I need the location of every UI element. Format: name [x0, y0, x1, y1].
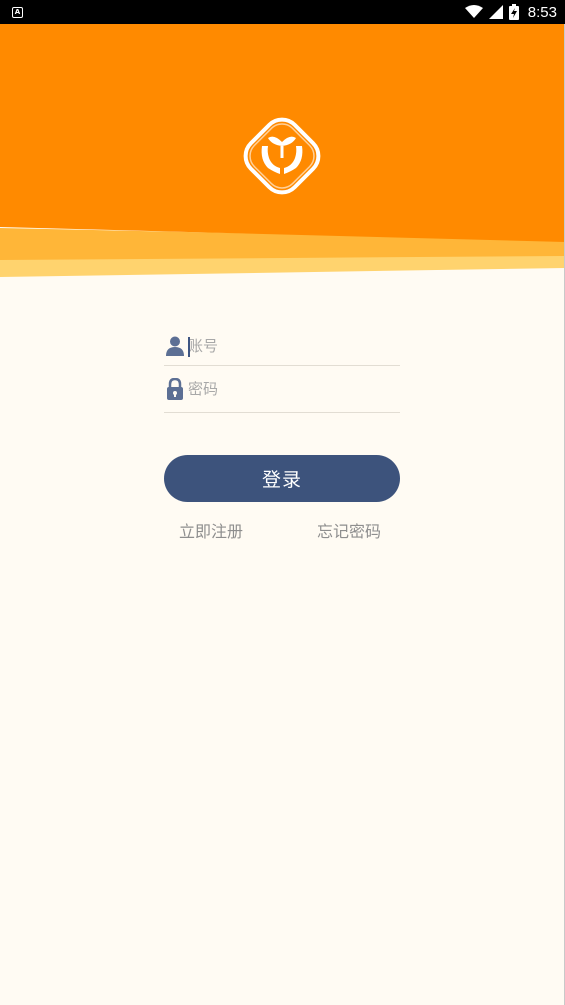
login-screen: A 8:53 账号 登录 立即注册 忘记密码 — [0, 0, 565, 1005]
cell-signal-icon — [488, 5, 503, 19]
forgot-password-link[interactable]: 忘记密码 — [317, 518, 381, 542]
hands-sprout-logo-icon — [243, 117, 321, 195]
register-link[interactable]: 立即注册 — [179, 518, 243, 542]
status-bar: A 8:53 — [0, 0, 565, 24]
status-left: A — [12, 6, 23, 18]
notification-icon: A — [12, 6, 23, 18]
login-form — [164, 326, 400, 413]
wifi-icon — [464, 5, 483, 18]
lock-icon — [165, 378, 185, 400]
user-icon — [165, 335, 185, 357]
text-cursor — [188, 337, 190, 357]
account-field — [164, 326, 400, 366]
status-right: 8:53 — [464, 3, 557, 21]
app-logo — [238, 112, 326, 200]
password-input[interactable] — [188, 377, 400, 401]
login-button[interactable]: 登录 — [164, 455, 400, 502]
account-input[interactable] — [188, 333, 400, 358]
password-field — [164, 366, 400, 413]
battery-charging-icon — [508, 4, 519, 20]
status-time: 8:53 — [527, 3, 557, 21]
